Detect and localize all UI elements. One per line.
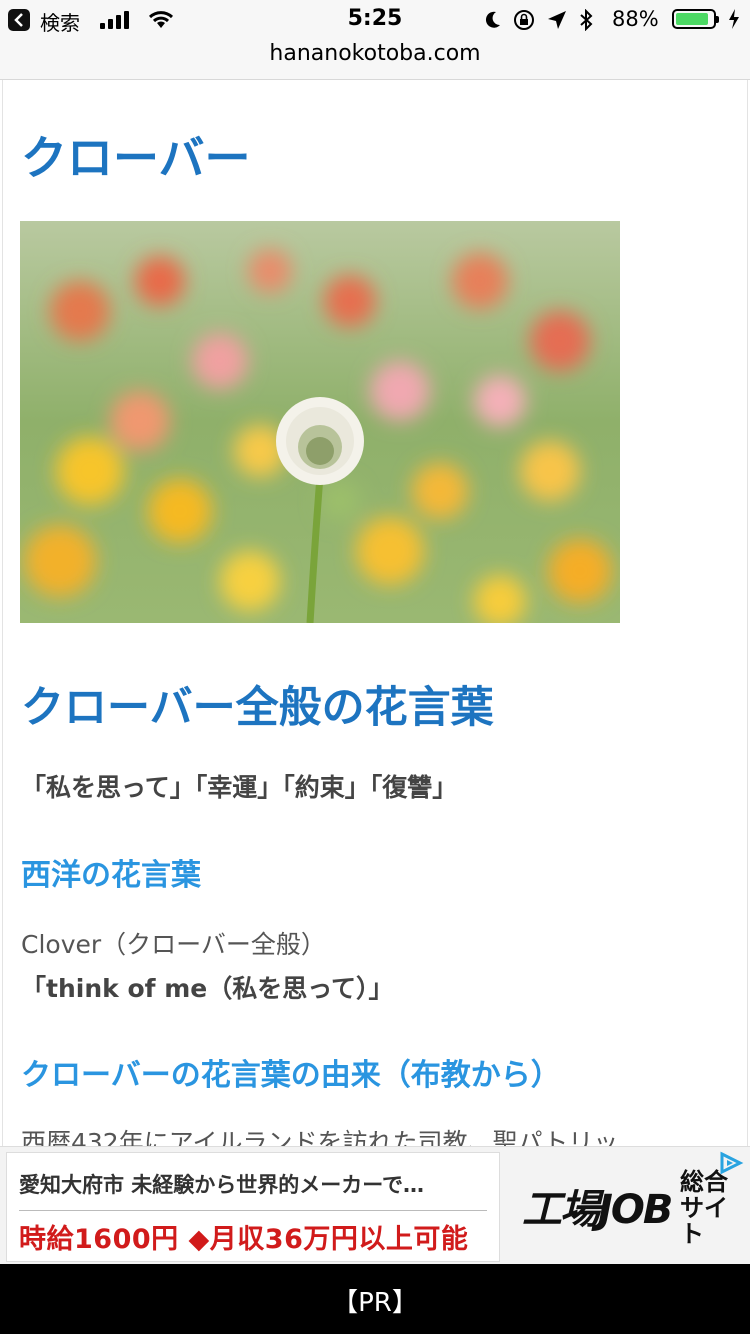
ad-headline[interactable]: 愛知大府市 未経験から世界的メーカーで… bbox=[19, 1169, 424, 1199]
battery-fill bbox=[676, 13, 708, 25]
battery-icon bbox=[672, 9, 719, 29]
western-flower-name: Clover（クローバー全般） bbox=[21, 930, 326, 959]
status-icons bbox=[485, 9, 593, 31]
status-bar: 検索 5:25 88% bbox=[0, 0, 750, 40]
moon-icon bbox=[485, 11, 500, 28]
bluetooth-icon bbox=[580, 9, 593, 31]
page-content: クローバー クローバー全般の花言葉 「私を思って」「幸運」「約束」「復讐」 西洋… bbox=[2, 80, 748, 1264]
ad-logo-main: 工場JOB bbox=[522, 1187, 673, 1233]
ad-choices-icon[interactable] bbox=[716, 1151, 744, 1175]
url-text[interactable]: hananokotoba.com bbox=[0, 41, 750, 66]
section-heading-western: 西洋の花言葉 bbox=[21, 858, 201, 893]
ad-text-box[interactable]: 愛知大府市 未経験から世界的メーカーで… 時給1600円 ◆月収36万円以上可能 bbox=[6, 1152, 500, 1262]
western-meaning: 「think of me（私を思って）」 bbox=[21, 974, 394, 1003]
ad-banner[interactable]: 愛知大府市 未経験から世界的メーカーで… 時給1600円 ◆月収36万円以上可能… bbox=[0, 1146, 750, 1265]
location-arrow-icon bbox=[548, 11, 566, 29]
pr-label[interactable]: 【PR】 bbox=[0, 1282, 750, 1319]
rotation-lock-icon bbox=[514, 10, 534, 30]
ad-wage-text[interactable]: 時給1600円 ◆月収36万円以上可能 bbox=[19, 1217, 468, 1256]
charging-bolt-icon bbox=[729, 9, 739, 29]
clover-flower-photo bbox=[20, 221, 620, 623]
general-meanings: 「私を思って」「幸運」「約束」「復讐」 bbox=[21, 773, 458, 802]
pr-bar[interactable]: 【PR】 bbox=[0, 1264, 750, 1334]
ad-divider bbox=[19, 1210, 487, 1211]
battery-percentage: 88% bbox=[612, 7, 659, 31]
address-bar[interactable]: hananokotoba.com bbox=[0, 40, 750, 80]
section-heading-origin: クローバーの花言葉の由来（布教から） bbox=[21, 1058, 561, 1093]
ad-logo[interactable]: 工場JOB 総合サイト bbox=[522, 1168, 742, 1248]
page-title: クローバー bbox=[21, 131, 251, 185]
ad-logo-sub: 総合サイト bbox=[680, 1168, 728, 1248]
section-heading-general: クローバー全般の花言葉 bbox=[21, 683, 494, 733]
